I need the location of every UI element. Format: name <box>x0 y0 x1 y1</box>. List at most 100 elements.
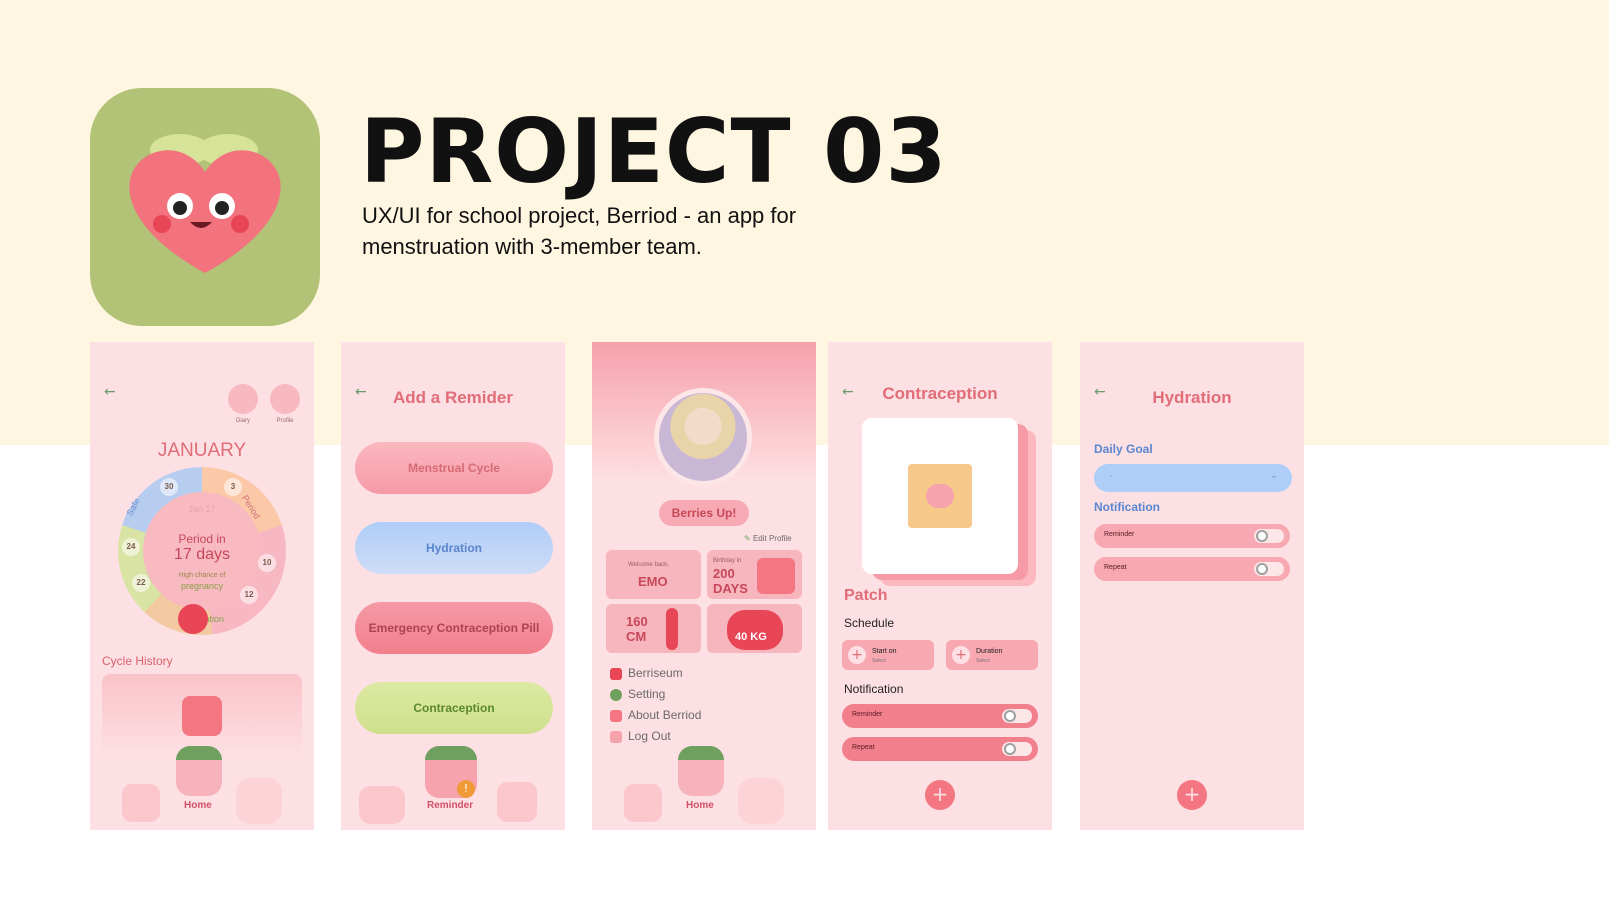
search-nav-icon[interactable] <box>624 784 662 822</box>
alert-icon: ! <box>457 780 475 798</box>
period-days: 17 days <box>173 546 231 563</box>
height-unit: CM <box>626 629 647 644</box>
reminder-emergency-pill[interactable]: Emergency Contraception Pill <box>355 602 553 654</box>
reminder-nav-icon[interactable] <box>236 778 282 824</box>
app-icon <box>90 88 320 326</box>
repeat-knob <box>1256 563 1268 575</box>
notification-label: Notification <box>1094 500 1160 514</box>
duration-selector[interactable]: + Duration Select <box>946 640 1038 670</box>
welcome-small: Welcome back, <box>628 562 669 568</box>
birthday-small: Birthday in <box>713 558 742 564</box>
add-button[interactable]: + <box>925 780 955 810</box>
screen-hydration: ← Hydration Daily Goal - ⌄ Notification … <box>1080 342 1304 830</box>
gear-icon <box>610 689 622 701</box>
welcome-tile: Welcome back, EMO <box>606 550 701 599</box>
patch-label: Patch <box>844 587 888 604</box>
reminder-toggle-row[interactable]: Reminder <box>1094 524 1290 548</box>
schedule-label: Schedule <box>844 616 895 630</box>
cake-icon <box>757 558 795 594</box>
strawberry-heart-icon <box>129 134 281 273</box>
reminder-toggle-row[interactable]: Reminder <box>842 704 1038 728</box>
profile-label: Profile <box>276 418 294 424</box>
home-nav-icon[interactable] <box>678 746 724 796</box>
edit-profile-link[interactable]: ✎ Edit Profile <box>744 534 792 543</box>
reminder-contraception[interactable]: Contraception <box>355 682 553 734</box>
chevron-down-icon: ⌄ <box>1269 470 1278 481</box>
pencil-icon: ✎ <box>744 534 751 543</box>
home-nav-icon[interactable] <box>359 786 405 824</box>
nav-reminder-label: Reminder <box>427 800 474 811</box>
weight-tile: 40 KG <box>707 604 802 653</box>
ruler-icon <box>666 608 678 650</box>
welcome-name: EMO <box>638 574 668 589</box>
edit-profile-label: Edit Profile <box>752 534 792 543</box>
daily-goal-value: - <box>1110 471 1113 481</box>
repeat-label: Repeat <box>852 744 875 751</box>
pregnancy-label: pregnancy <box>180 581 224 591</box>
add-button[interactable]: + <box>1177 780 1207 810</box>
screen-contraception: ← Contraception Patch Schedule + Start o… <box>828 342 1052 830</box>
nav-home-label: Home <box>184 800 212 811</box>
repeat-toggle-row[interactable]: Repeat <box>1094 557 1290 581</box>
notification-label: Notification <box>844 682 904 696</box>
cycle-history-label: Cycle History <box>102 654 173 668</box>
heart-icon <box>926 484 954 508</box>
avatar[interactable] <box>654 388 752 486</box>
center-date: Jan 17 <box>188 504 216 514</box>
duration-title: Duration <box>976 648 1003 655</box>
start-on-sub: Select <box>872 658 886 664</box>
screen-title: Hydration <box>1152 388 1232 407</box>
wheel-day: 3 <box>224 478 242 496</box>
wheel-day: 24 <box>122 538 140 556</box>
duration-sub: Select <box>976 658 990 664</box>
height-tile: 160 CM <box>606 604 701 653</box>
birthday-days: 200 <box>713 566 735 581</box>
home-nav-icon[interactable] <box>176 746 222 796</box>
repeat-knob <box>1004 743 1016 755</box>
search-nav-icon[interactable] <box>497 782 537 822</box>
reminder-nav-icon[interactable] <box>738 778 784 824</box>
repeat-toggle-row[interactable]: Repeat <box>842 737 1038 761</box>
nav-home-label: Home <box>686 800 714 811</box>
month-label: JANUARY <box>157 440 247 461</box>
berries-up-badge[interactable]: Berries Up! <box>659 500 749 526</box>
start-on-title: Start on <box>872 648 897 655</box>
diary-icon[interactable] <box>228 384 258 414</box>
strawberry-icon <box>178 604 208 634</box>
weight-value: 40 KG <box>735 631 767 643</box>
patch-sticker-icon <box>908 464 972 528</box>
repeat-label: Repeat <box>1104 564 1127 571</box>
plus-icon: + <box>952 646 970 664</box>
birthday-tile: Birthday in 200 DAYS <box>707 550 802 599</box>
reminder-label: Reminder <box>1104 531 1135 538</box>
plus-icon: + <box>848 646 866 664</box>
screen-profile: Berries Up! ✎ Edit Profile Welcome back,… <box>592 342 816 830</box>
search-nav-icon[interactable] <box>122 784 160 822</box>
reminder-nav-icon[interactable]: ! <box>425 746 477 798</box>
reminder-knob <box>1256 530 1268 542</box>
screen-add-reminder: ← Add a Remider Menstrual Cycle Hydratio… <box>341 342 565 830</box>
profile-icon[interactable] <box>270 384 300 414</box>
page-subtitle: UX/UI for school project, Berriod - an a… <box>362 203 797 259</box>
wheel-day: 30 <box>160 478 178 496</box>
reminder-knob <box>1004 710 1016 722</box>
screen-home: ← Diary Profile JANUARY 30 3 24 10 22 12… <box>90 342 314 830</box>
reminder-label: Reminder <box>852 711 883 718</box>
screen-title: Contraception <box>882 384 998 403</box>
back-arrow-icon[interactable]: ← <box>104 384 116 400</box>
berriseum-icon <box>610 668 622 680</box>
menu-about[interactable]: About Berriod <box>628 708 701 722</box>
start-on-selector[interactable]: + Start on Select <box>842 640 934 670</box>
height-value: 160 <box>626 614 648 629</box>
menu-berriseum[interactable]: Berriseum <box>628 666 683 680</box>
reminder-menstrual-cycle[interactable]: Menstrual Cycle <box>355 442 553 494</box>
reminder-hydration[interactable]: Hydration <box>355 522 553 574</box>
period-label: Period in <box>178 532 226 546</box>
birthday-unit: DAYS <box>713 581 748 596</box>
about-icon <box>610 710 622 722</box>
daily-goal-select[interactable]: - ⌄ <box>1094 464 1292 492</box>
daily-goal-label: Daily Goal <box>1094 442 1153 456</box>
logout-icon <box>610 731 622 743</box>
menu-logout[interactable]: Log Out <box>628 729 671 743</box>
menu-setting[interactable]: Setting <box>628 687 665 701</box>
